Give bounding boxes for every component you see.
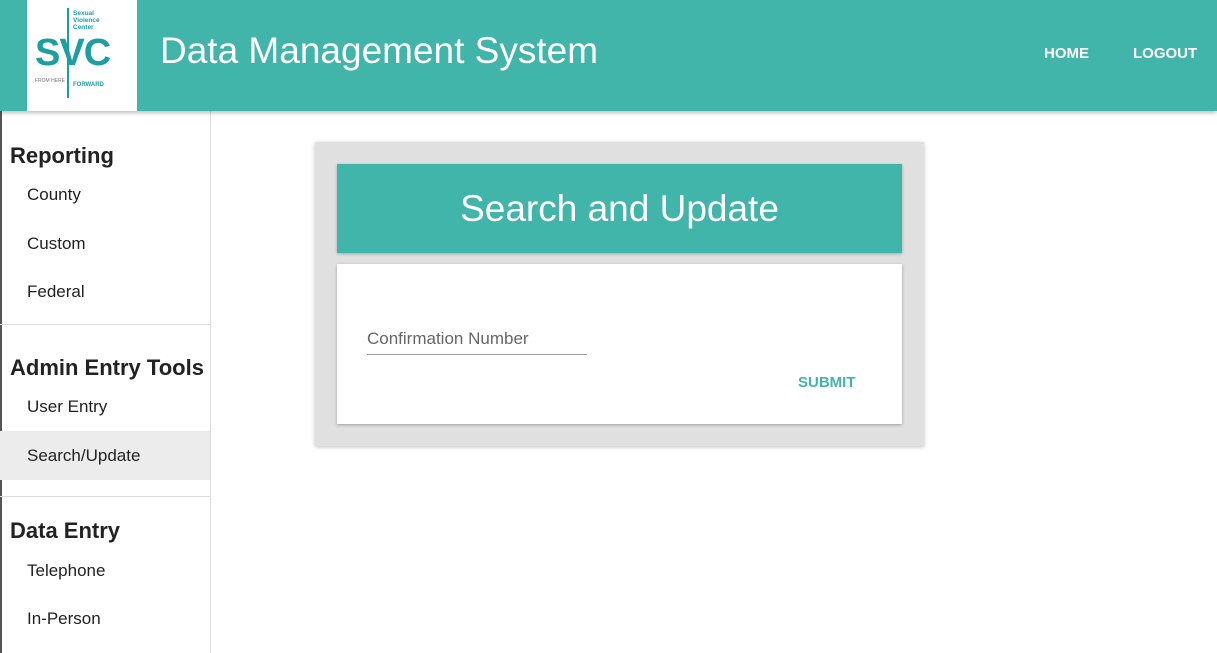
- search-form-card: SUBMIT: [337, 264, 902, 424]
- app-title: Data Management System: [160, 30, 599, 71]
- sidebar-item-federal[interactable]: Federal: [0, 267, 210, 316]
- svc-logo[interactable]: Sexual Violence Center SVC FROM HERE FOR…: [27, 0, 137, 111]
- sidebar-item-search-update[interactable]: Search/Update: [0, 431, 210, 480]
- app-header: Sexual Violence Center SVC FROM HERE FOR…: [0, 0, 1217, 111]
- sidebar-item-telephone[interactable]: Telephone: [0, 546, 210, 595]
- sidebar-divider: [0, 324, 210, 325]
- submit-button[interactable]: SUBMIT: [792, 370, 862, 395]
- logo-letters: SVC: [35, 32, 111, 74]
- section-title-admin-entry-tools: Admin Entry Tools: [10, 355, 204, 380]
- sidebar-item-in-person[interactable]: In-Person: [0, 594, 210, 643]
- section-title-data-entry: Data Entry: [10, 518, 121, 543]
- sidebar-divider: [0, 496, 210, 497]
- panel-title: Search and Update: [337, 164, 902, 253]
- search-update-panel: Search and Update SUBMIT: [315, 142, 924, 446]
- sidebar-item-user-entry[interactable]: User Entry: [0, 382, 210, 431]
- logo-tag-right: FORWARD: [73, 82, 104, 88]
- nav-home-link[interactable]: HOME: [1044, 45, 1089, 62]
- sidebar: Reporting County Custom Federal Admin En…: [0, 111, 211, 653]
- sidebar-item-county[interactable]: County: [0, 170, 210, 219]
- sidebar-item-custom[interactable]: Custom: [0, 219, 210, 268]
- section-title-reporting: Reporting: [10, 143, 114, 168]
- nav-logout-link[interactable]: LOGOUT: [1133, 45, 1197, 62]
- logo-tag-left: FROM HERE: [35, 78, 65, 84]
- logo-org-name: Sexual Violence Center: [73, 10, 100, 31]
- confirmation-number-input[interactable]: [367, 324, 587, 355]
